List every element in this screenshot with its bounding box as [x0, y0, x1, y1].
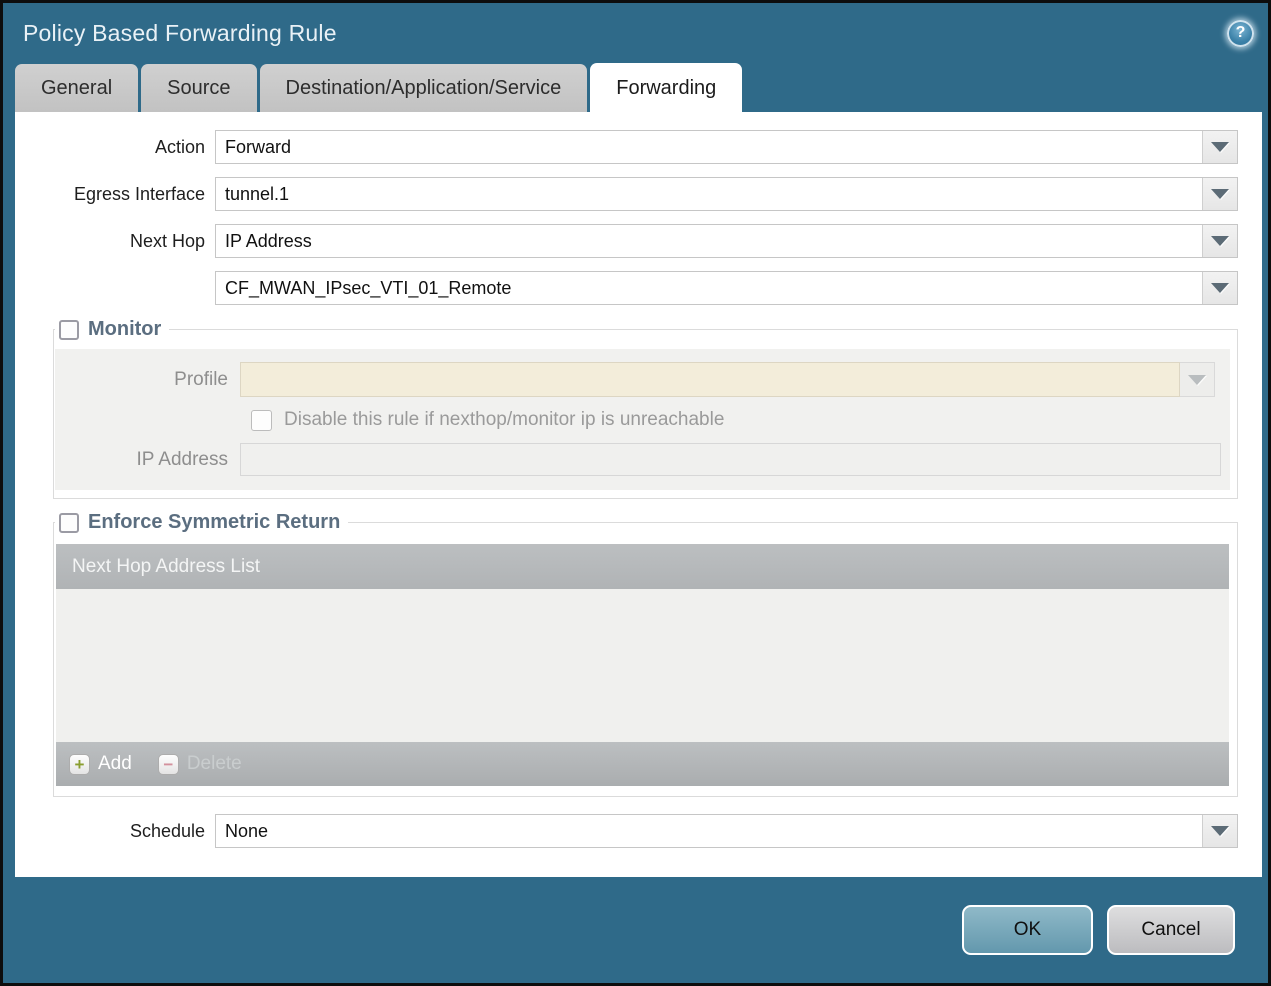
- action-row: Action Forward: [15, 130, 1238, 164]
- profile-row: Profile: [55, 362, 1221, 397]
- tab-general[interactable]: General: [15, 64, 139, 112]
- action-select[interactable]: Forward: [215, 130, 1238, 164]
- enforce-symmetric-return-checkbox[interactable]: [59, 512, 79, 533]
- forwarding-tab-panel: Action Forward Egress Interface tunnel.1…: [15, 112, 1262, 877]
- disable-rule-row: Disable this rule if nexthop/monitor ip …: [55, 409, 1221, 431]
- egress-interface-row: Egress Interface tunnel.1: [15, 177, 1238, 211]
- monitor-legend-label: Monitor: [88, 318, 162, 340]
- action-dropdown-button[interactable]: [1202, 131, 1237, 163]
- next-hop-address-select[interactable]: CF_MWAN_IPsec_VTI_01_Remote: [215, 271, 1238, 305]
- next-hop-type-value: IP Address: [225, 231, 312, 251]
- chevron-down-icon: [1211, 826, 1229, 836]
- schedule-dropdown-button[interactable]: [1202, 815, 1237, 847]
- monitor-ip-address-row: IP Address: [55, 443, 1221, 476]
- minus-icon: −: [157, 753, 179, 775]
- titlebar: Policy Based Forwarding Rule ?: [3, 3, 1268, 63]
- next-hop-address-list-table: Next Hop Address List + Add − Delete: [56, 544, 1229, 786]
- dialog-footer: OK Cancel: [3, 877, 1268, 983]
- monitor-fieldset: Monitor Profile Disable this rule if nex…: [53, 318, 1238, 499]
- monitor-checkbox[interactable]: [59, 319, 79, 340]
- add-button-label: Add: [98, 753, 132, 774]
- enforce-symmetric-return-legend: Enforce Symmetric Return: [55, 511, 348, 534]
- monitor-legend: Monitor: [55, 318, 169, 341]
- monitor-panel: Profile Disable this rule if nexthop/mon…: [55, 349, 1230, 490]
- schedule-label: Schedule: [129, 820, 205, 841]
- profile-value: [240, 362, 1180, 397]
- schedule-row: Schedule None: [15, 814, 1238, 848]
- plus-icon: +: [69, 753, 90, 775]
- action-value: Forward: [225, 137, 292, 157]
- chevron-down-icon: [1211, 236, 1229, 246]
- enforce-symmetric-return-legend-label: Enforce Symmetric Return: [88, 511, 341, 533]
- egress-interface-value: tunnel.1: [225, 184, 290, 204]
- tab-destination-application-service[interactable]: Destination/Application/Service: [259, 64, 588, 112]
- next-hop-dropdown-button[interactable]: [1202, 225, 1237, 257]
- chevron-down-icon: [1211, 283, 1229, 293]
- profile-label: Profile: [174, 368, 228, 390]
- tab-bar: General Source Destination/Application/S…: [3, 63, 1268, 112]
- action-label: Action: [154, 136, 205, 157]
- next-hop-address-dropdown-button[interactable]: [1202, 272, 1237, 304]
- next-hop-address-value: CF_MWAN_IPsec_VTI_01_Remote: [225, 278, 512, 298]
- disable-rule-checkbox: [251, 409, 272, 431]
- next-hop-address-list-footer: + Add − Delete: [56, 742, 1229, 786]
- add-button[interactable]: + Add: [69, 753, 132, 775]
- schedule-value: None: [225, 821, 269, 841]
- monitor-ip-address-input: [240, 443, 1221, 476]
- chevron-down-icon: [1211, 189, 1229, 199]
- help-icon[interactable]: ?: [1227, 19, 1254, 47]
- disable-rule-label: Disable this rule if nexthop/monitor ip …: [284, 409, 725, 430]
- cancel-button[interactable]: Cancel: [1107, 905, 1235, 955]
- monitor-ip-address-label: IP Address: [136, 448, 228, 470]
- ok-button[interactable]: OK: [962, 905, 1093, 955]
- next-hop-address-row: CF_MWAN_IPsec_VTI_01_Remote: [15, 271, 1238, 305]
- policy-based-forwarding-rule-dialog: Policy Based Forwarding Rule ? General S…: [0, 0, 1271, 986]
- next-hop-address-list-body[interactable]: [56, 589, 1229, 742]
- tab-forwarding[interactable]: Forwarding: [590, 63, 743, 112]
- chevron-down-icon: [1188, 374, 1206, 385]
- delete-button: − Delete: [157, 753, 242, 775]
- delete-button-label: Delete: [186, 753, 242, 774]
- tab-source[interactable]: Source: [141, 64, 257, 112]
- enforce-symmetric-return-fieldset: Enforce Symmetric Return Next Hop Addres…: [53, 511, 1238, 797]
- egress-interface-dropdown-button[interactable]: [1202, 178, 1237, 210]
- dialog-title: Policy Based Forwarding Rule: [23, 19, 337, 46]
- profile-select: [240, 362, 1215, 397]
- egress-interface-select[interactable]: tunnel.1: [215, 177, 1238, 211]
- profile-dropdown-button: [1180, 362, 1215, 397]
- egress-interface-label: Egress Interface: [73, 183, 205, 204]
- next-hop-type-select[interactable]: IP Address: [215, 224, 1238, 258]
- next-hop-address-list-header: Next Hop Address List: [56, 544, 1229, 589]
- schedule-select[interactable]: None: [215, 814, 1238, 848]
- chevron-down-icon: [1211, 142, 1229, 152]
- next-hop-label: Next Hop: [129, 230, 205, 251]
- next-hop-row: Next Hop IP Address: [15, 224, 1238, 258]
